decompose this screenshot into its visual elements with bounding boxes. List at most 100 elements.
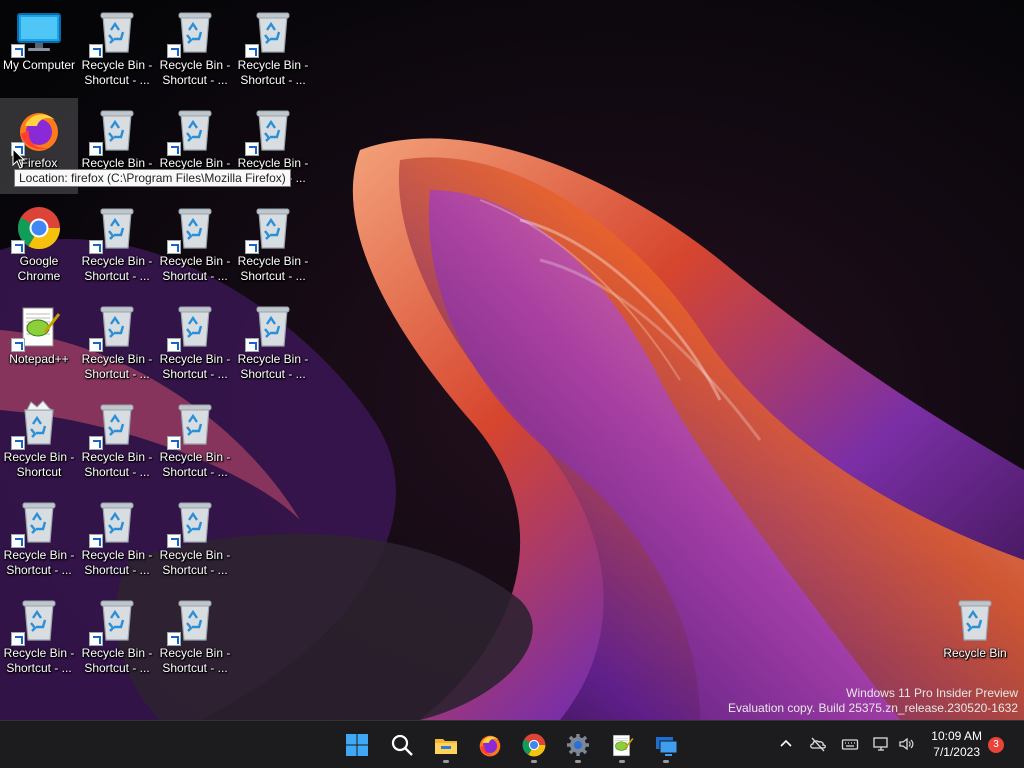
- recycle-bin-icon: [89, 302, 141, 352]
- recycle-bin-icon: [245, 8, 297, 58]
- onedrive-offline-icon[interactable]: [807, 733, 829, 755]
- chrome-icon: [521, 732, 547, 758]
- taskbar-chrome-button[interactable]: [514, 725, 554, 765]
- desktop-icon-label: Notepad++: [9, 352, 69, 366]
- desktop-icon[interactable]: Google Chrome: [0, 196, 78, 292]
- volume-icon[interactable]: [895, 733, 917, 755]
- firefox-icon: [477, 732, 503, 758]
- shortcut-arrow-icon: [11, 632, 25, 646]
- shortcut-arrow-icon: [167, 142, 181, 156]
- desktop-icon[interactable]: Recycle Bin - Shortcut - ...: [234, 196, 312, 292]
- chevron-up-icon[interactable]: [775, 733, 797, 755]
- shortcut-arrow-icon: [245, 142, 259, 156]
- desktop-icon-label: Recycle Bin - Shortcut - ...: [159, 254, 231, 283]
- recycle-bin-icon: [89, 498, 141, 548]
- shortcut-arrow-icon: [11, 44, 25, 58]
- chrome-icon: [11, 204, 63, 254]
- keyboard-icon[interactable]: [839, 733, 861, 755]
- notification-badge[interactable]: 3: [988, 737, 1004, 753]
- desktop-icon-label: Recycle Bin - Shortcut - ...: [237, 352, 309, 381]
- desktop-icon[interactable]: Recycle Bin - Shortcut - ...: [156, 196, 234, 292]
- taskbar-windows-start-button[interactable]: [337, 725, 377, 765]
- desktop-icon-label: Recycle Bin - Shortcut - ...: [237, 254, 309, 283]
- notepadpp-icon: [609, 732, 635, 758]
- taskbar-remote-desktop-button[interactable]: [646, 725, 686, 765]
- shortcut-arrow-icon: [245, 338, 259, 352]
- shortcut-arrow-icon: [11, 240, 25, 254]
- shortcut-arrow-icon: [89, 534, 103, 548]
- desktop-icon[interactable]: Notepad++: [0, 294, 78, 390]
- desktop-icon[interactable]: Recycle Bin - Shortcut - ...: [0, 588, 78, 684]
- desktop-icon[interactable]: Recycle Bin: [936, 588, 1014, 684]
- desktop-icon-label: Recycle Bin - Shortcut - ...: [81, 58, 153, 87]
- shortcut-arrow-icon: [167, 632, 181, 646]
- desktop-icon[interactable]: Recycle Bin - Shortcut - ...: [156, 392, 234, 488]
- windows-start-icon: [344, 732, 370, 758]
- shortcut-arrow-icon: [89, 632, 103, 646]
- desktop-icon[interactable]: Recycle Bin - Shortcut - ...: [78, 294, 156, 390]
- desktop-icon-label: Recycle Bin - Shortcut - ...: [81, 352, 153, 381]
- monitor-icon: [11, 8, 63, 58]
- taskbar-settings-gear-button[interactable]: [558, 725, 598, 765]
- shortcut-arrow-icon: [167, 436, 181, 450]
- network-icon[interactable]: [870, 733, 892, 755]
- desktop-icon[interactable]: Recycle Bin - Shortcut: [0, 392, 78, 488]
- recycle-bin-icon: [89, 400, 141, 450]
- desktop-icon-label: Recycle Bin - Shortcut - ...: [159, 646, 231, 675]
- watermark-line-1: Windows 11 Pro Insider Preview: [846, 686, 1018, 700]
- shortcut-arrow-icon: [245, 44, 259, 58]
- desktop-icon[interactable]: My Computer: [0, 0, 78, 96]
- recycle-bin-icon: [89, 8, 141, 58]
- recycle-bin-icon: [89, 204, 141, 254]
- desktop-icon-label: Recycle Bin - Shortcut - ...: [81, 646, 153, 675]
- taskbar-search-button[interactable]: [382, 725, 422, 765]
- taskbar-file-explorer-button[interactable]: [426, 725, 466, 765]
- desktop-icon[interactable]: Recycle Bin - Shortcut - ...: [234, 0, 312, 96]
- desktop-icon[interactable]: Recycle Bin - Shortcut - ...: [156, 588, 234, 684]
- desktop-icon[interactable]: Recycle Bin - Shortcut - ...: [78, 490, 156, 586]
- remote-desktop-icon: [653, 732, 679, 758]
- desktop-icon-label: Recycle Bin - Shortcut - ...: [159, 548, 231, 577]
- recycle-bin-icon: [245, 106, 297, 156]
- desktop-icon[interactable]: Recycle Bin - Shortcut - ...: [156, 490, 234, 586]
- system-clock[interactable]: 10:09 AM 7/1/2023: [931, 728, 982, 760]
- desktop-icon[interactable]: Recycle Bin - Shortcut - ...: [0, 490, 78, 586]
- taskbar-firefox-button[interactable]: [470, 725, 510, 765]
- desktop-icon[interactable]: Recycle Bin - Shortcut - ...: [78, 196, 156, 292]
- clock-date: 7/1/2023: [933, 745, 980, 759]
- running-indicator: [575, 760, 581, 763]
- desktop-icon[interactable]: Recycle Bin - Shortcut - ...: [156, 0, 234, 96]
- recycle-bin-icon: [89, 596, 141, 646]
- desktop-icon[interactable]: Recycle Bin - Shortcut - ...: [156, 294, 234, 390]
- desktop-icon[interactable]: Recycle Bin - Shortcut - ...: [234, 294, 312, 390]
- taskbar-notepadpp-button[interactable]: [602, 725, 642, 765]
- desktop-icon-label: Recycle Bin - Shortcut: [3, 450, 75, 479]
- desktop-icon-label: Recycle Bin - Shortcut - ...: [159, 352, 231, 381]
- recycle-bin-full-icon: [11, 400, 63, 450]
- recycle-bin-icon: [245, 204, 297, 254]
- running-indicator: [531, 760, 537, 763]
- shortcut-arrow-icon: [167, 44, 181, 58]
- desktop-icon-label: Recycle Bin - Shortcut - ...: [159, 58, 231, 87]
- recycle-bin-icon: [11, 498, 63, 548]
- desktop-icon[interactable]: Recycle Bin - Shortcut - ...: [78, 392, 156, 488]
- shortcut-arrow-icon: [89, 240, 103, 254]
- recycle-bin-icon: [167, 106, 219, 156]
- file-explorer-icon: [433, 732, 459, 758]
- running-indicator: [663, 760, 669, 763]
- desktop[interactable]: My Computer Recycle Bin - Shortcut - ... R…: [0, 0, 1024, 720]
- clock-time: 10:09 AM: [931, 729, 982, 743]
- desktop-icon[interactable]: Recycle Bin - Shortcut - ...: [78, 588, 156, 684]
- shortcut-arrow-icon: [167, 534, 181, 548]
- shortcut-arrow-icon: [89, 436, 103, 450]
- shortcut-arrow-icon: [89, 44, 103, 58]
- shortcut-arrow-icon: [11, 534, 25, 548]
- desktop-icon-label: Recycle Bin - Shortcut - ...: [3, 548, 75, 577]
- desktop-icon-label: My Computer: [2, 58, 76, 72]
- desktop-icon-label: Recycle Bin - Shortcut - ...: [81, 548, 153, 577]
- recycle-bin-icon: [167, 204, 219, 254]
- desktop-icon[interactable]: Recycle Bin - Shortcut - ...: [78, 0, 156, 96]
- recycle-bin-icon: [245, 302, 297, 352]
- recycle-bin-icon: [89, 106, 141, 156]
- desktop-icon-label: Recycle Bin - Shortcut - ...: [3, 646, 75, 675]
